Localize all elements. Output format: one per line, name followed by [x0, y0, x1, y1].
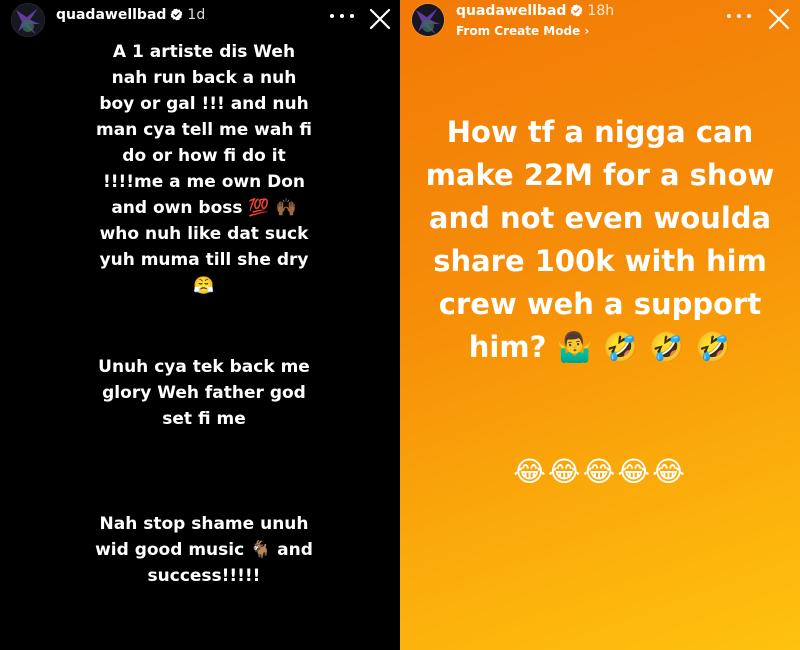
avatar[interactable]: [412, 4, 444, 36]
story-panel-left[interactable]: quadawellbad 1d A 1 artiste dis Weh nah r…: [0, 0, 400, 650]
username[interactable]: quadawellbad: [456, 3, 566, 19]
username-row[interactable]: quadawellbad 18h: [456, 3, 614, 21]
verified-badge-icon: [170, 8, 183, 25]
story-header: quadawellbad 18h From Create Mode ›: [400, 0, 800, 40]
close-icon[interactable]: [768, 8, 790, 30]
story-header: quadawellbad 1d: [0, 0, 400, 40]
story-text: How tf a nigga can make 22M for a show a…: [425, 115, 775, 364]
verified-badge-icon: [570, 4, 583, 21]
close-icon[interactable]: [369, 8, 391, 30]
username-row[interactable]: quadawellbad 1d: [56, 7, 205, 25]
story-panel-right[interactable]: quadawellbad 18h From Create Mode › How t…: [400, 0, 800, 650]
create-mode-link[interactable]: From Create Mode ›: [456, 24, 589, 38]
username[interactable]: quadawellbad: [56, 7, 166, 23]
avatar[interactable]: [12, 4, 44, 36]
more-options-icon[interactable]: [329, 12, 355, 20]
avatar-icon: [12, 4, 44, 36]
story-text-paragraph: Nah stop shame unuh wid good music 🐐 and…: [95, 514, 313, 586]
story-time: 1d: [187, 7, 206, 23]
story-time: 18h: [587, 3, 615, 19]
story-text-paragraph: Unuh cya tek back me glory Weh father go…: [98, 357, 310, 429]
story-text-paragraph: A 1 artiste dis Weh nah run back a nuh b…: [96, 42, 312, 296]
more-options-icon[interactable]: [726, 12, 752, 20]
avatar-icon: [412, 4, 444, 36]
emoji-row: 😂😂😂😂😂: [513, 455, 687, 488]
story-viewer: quadawellbad 1d A 1 artiste dis Weh nah r…: [0, 0, 800, 650]
